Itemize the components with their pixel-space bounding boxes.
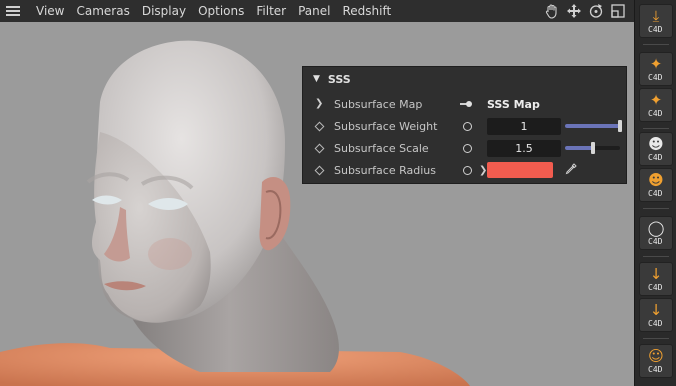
sss-header[interactable]: ▼ SSS (303, 67, 626, 91)
subsurface-radius-color-swatch[interactable] (487, 162, 553, 178)
chevron-down-icon[interactable]: ▼ (313, 74, 320, 84)
expression-button[interactable]: ☺ C4D (639, 344, 673, 378)
slider-knob[interactable] (618, 120, 622, 132)
subsurface-scale-field[interactable]: 1.5 (487, 139, 561, 157)
sphere-icon: ◯ (647, 219, 665, 237)
subsurface-weight-field[interactable]: 1 (487, 117, 561, 135)
toolbar-divider (643, 208, 669, 209)
rotate-icon[interactable] (588, 3, 604, 19)
subsurface-radius-label: Subsurface Radius (334, 163, 436, 177)
c4d-caption: C4D (648, 319, 663, 328)
figure-pose-button[interactable]: ✦ C4D (639, 88, 673, 122)
face-texture-icon: ☻ (648, 135, 664, 153)
menu-display[interactable]: Display (136, 0, 192, 22)
sss-panel: ▼ SSS ❯ Subsurface Map SSS Map Subsurfac… (302, 66, 627, 184)
animate-circle-icon[interactable] (463, 143, 472, 153)
c4d-caption: C4D (648, 237, 663, 246)
animate-circle-icon[interactable] (463, 165, 472, 175)
subsurface-scale-slider[interactable] (565, 142, 620, 154)
run-figure-icon: ↓ (649, 265, 663, 283)
subsurface-map-value[interactable]: SSS Map (487, 98, 540, 111)
menu-redshift[interactable]: Redshift (336, 0, 397, 22)
toolbar-divider (643, 338, 669, 339)
menu-bar: View Cameras Display Options Filter Pane… (0, 0, 634, 22)
figure-icon: ✦ (649, 55, 663, 73)
face-skin-button[interactable]: ☻ C4D (639, 168, 673, 202)
keyframe-diamond-icon[interactable] (314, 121, 325, 131)
subsurface-scale-label: Subsurface Scale (334, 141, 429, 155)
subsurface-weight-slider[interactable] (565, 120, 622, 132)
viewport-tools (544, 3, 626, 19)
slider-fill (565, 146, 593, 150)
c4d-caption: C4D (648, 283, 663, 292)
sphere-button[interactable]: ◯ C4D (639, 216, 673, 250)
c4d-caption: C4D (648, 365, 663, 374)
layout-icon[interactable] (610, 3, 626, 19)
pose-brush-button[interactable]: ↓ C4D (639, 298, 673, 332)
hand-icon[interactable] (544, 3, 560, 19)
toolbar-divider (643, 44, 669, 45)
run-figure-button[interactable]: ↓ C4D (639, 262, 673, 296)
move-icon[interactable] (566, 3, 582, 19)
c4d-caption: C4D (648, 73, 663, 82)
chevron-right-icon[interactable]: ❯ (315, 98, 323, 109)
subsurface-weight-label: Subsurface Weight (334, 119, 438, 133)
viewport[interactable]: ▼ SSS ❯ Subsurface Map SSS Map Subsurfac… (0, 22, 634, 386)
menu-options[interactable]: Options (192, 0, 250, 22)
keyframe-diamond-icon[interactable] (314, 165, 325, 175)
slider-fill (565, 124, 620, 128)
menu-panel[interactable]: Panel (292, 0, 336, 22)
row-subsurface-radius: Subsurface Radius ❯ (303, 159, 626, 181)
download-button[interactable]: ⤓ C4D (639, 4, 673, 38)
face-texture-button[interactable]: ☻ C4D (639, 132, 673, 166)
c4d-caption: C4D (648, 109, 663, 118)
download-icon: ⤓ (652, 7, 660, 25)
toolbar-divider (643, 256, 669, 257)
animate-circle-icon[interactable] (463, 121, 472, 131)
menu-filter[interactable]: Filter (250, 0, 292, 22)
face-skin-icon: ☻ (648, 171, 664, 189)
right-toolbar: ⤓ C4D ✦ C4D ✦ C4D ☻ C4D ☻ C4D ◯ C4D ↓ C4… (634, 0, 676, 386)
link-icon[interactable] (460, 101, 474, 107)
toolbar-divider (643, 128, 669, 129)
c4d-caption: C4D (648, 189, 663, 198)
eyedropper-icon[interactable] (565, 162, 577, 178)
slider-knob[interactable] (590, 142, 595, 154)
row-subsurface-map: ❯ Subsurface Map SSS Map (303, 93, 626, 115)
sss-title: SSS (327, 72, 351, 86)
pose-brush-icon: ↓ (649, 301, 663, 319)
figure-button[interactable]: ✦ C4D (639, 52, 673, 86)
c4d-caption: C4D (648, 153, 663, 162)
figure-pose-icon: ✦ (649, 91, 663, 109)
row-subsurface-weight: Subsurface Weight 1 (303, 115, 626, 137)
menu-view[interactable]: View (30, 0, 70, 22)
expression-icon: ☺ (648, 347, 664, 365)
keyframe-diamond-icon[interactable] (314, 143, 325, 153)
row-subsurface-scale: Subsurface Scale 1.5 (303, 137, 626, 159)
c4d-caption: C4D (648, 25, 663, 34)
subsurface-map-label: Subsurface Map (334, 97, 423, 111)
hamburger-menu-icon[interactable] (6, 6, 20, 16)
menu-cameras[interactable]: Cameras (70, 0, 135, 22)
